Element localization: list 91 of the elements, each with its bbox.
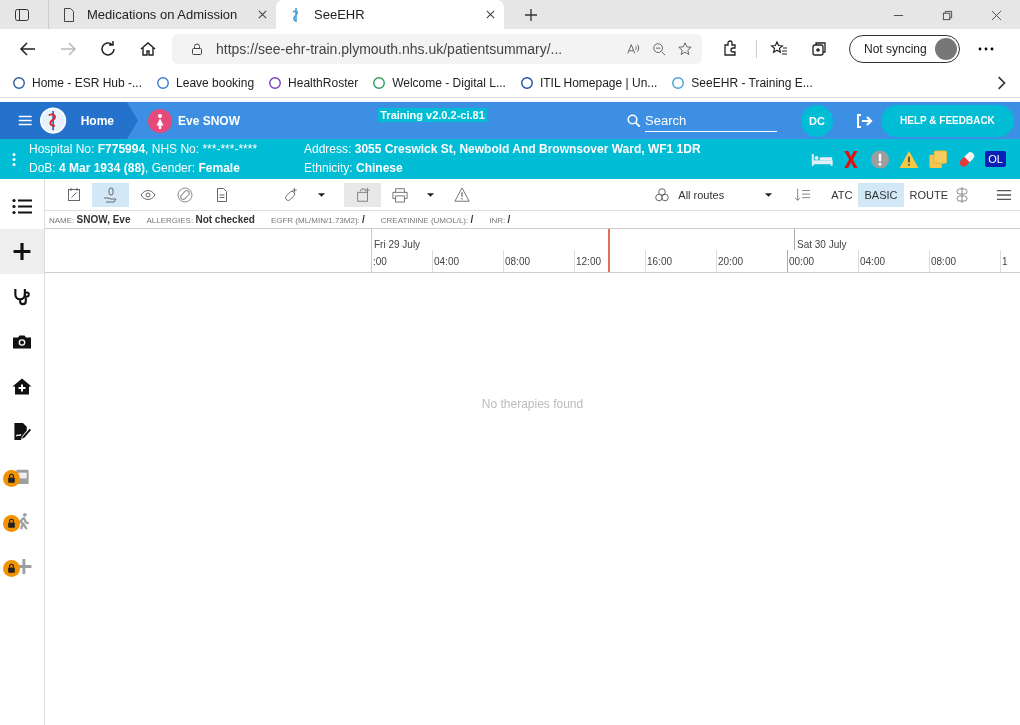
close-icon[interactable] bbox=[991, 10, 1002, 21]
new-tab-icon[interactable] bbox=[524, 8, 538, 22]
hour-label: :00 bbox=[372, 254, 388, 269]
hour-label: 1 bbox=[1000, 250, 1020, 272]
add-reference-icon bbox=[354, 186, 371, 203]
lock-icon bbox=[190, 42, 204, 56]
collections-icon[interactable] bbox=[810, 40, 828, 58]
bookmark-link[interactable]: ITIL Homepage | Un... bbox=[519, 76, 658, 90]
site-icon bbox=[156, 76, 171, 90]
patient-info-field: INR: / bbox=[489, 214, 511, 225]
address-field[interactable]: https://see-ehr-train.plymouth.nhs.uk/patientsummary/... bbox=[172, 34, 702, 64]
print-icon[interactable] bbox=[391, 186, 408, 203]
hour-label: 04:00 bbox=[432, 250, 503, 272]
bookmark-link[interactable]: Welcome - Digital L... bbox=[372, 76, 506, 90]
routes-dropdown[interactable]: All routes bbox=[654, 186, 782, 203]
patient-info-field: EGFR (ML/MIN/1.73M2): / bbox=[270, 214, 365, 225]
lock-icon bbox=[3, 560, 20, 577]
hour-label: 20:00 bbox=[716, 250, 787, 272]
lock-icon bbox=[3, 470, 20, 487]
patient-info-field: ALLERGIES: Not checked bbox=[146, 214, 255, 225]
logout-icon[interactable] bbox=[855, 112, 875, 129]
close-icon[interactable] bbox=[257, 9, 268, 20]
female-patient-icon bbox=[148, 108, 172, 133]
page-icon bbox=[61, 6, 77, 23]
patient-detail: Ethnicity: Chinese bbox=[304, 160, 404, 177]
reload-icon[interactable] bbox=[99, 40, 117, 58]
circles-icon bbox=[654, 186, 671, 203]
read-aloud-icon[interactable] bbox=[626, 42, 640, 56]
environment-label: Training v2.0.2-ci.81 bbox=[378, 108, 487, 122]
hour-label: 00:00 bbox=[787, 250, 858, 272]
zoom-out-icon[interactable] bbox=[652, 42, 666, 56]
site-icon bbox=[12, 76, 26, 90]
hour-label: 16:00 bbox=[645, 250, 716, 272]
hand-pill-icon bbox=[102, 186, 119, 203]
site-icon bbox=[519, 76, 534, 90]
caret-icon[interactable] bbox=[317, 191, 326, 198]
logo-icon bbox=[40, 105, 67, 136]
badge[interactable]: OL bbox=[985, 151, 1006, 167]
bookmark-link[interactable]: SeeEHR - Training E... bbox=[671, 76, 813, 90]
hour-label: 04:00 bbox=[858, 250, 929, 272]
menu-icon[interactable] bbox=[18, 114, 33, 127]
patient-detail: Hospital No: F775994, NHS No: ***-***-**** bbox=[29, 141, 259, 158]
hour-label: 08:00 bbox=[503, 250, 574, 272]
empty-message: No therapies found bbox=[481, 397, 584, 411]
warning-icon[interactable] bbox=[453, 186, 470, 203]
tab-actions-icon[interactable] bbox=[14, 7, 30, 23]
favorite-add-icon[interactable] bbox=[678, 42, 692, 56]
favorites-icon[interactable] bbox=[770, 40, 788, 58]
toolbar-button[interactable] bbox=[344, 182, 381, 207]
home-icon[interactable] bbox=[139, 40, 157, 58]
patient-detail: DoB: 4 Mar 1934 (88), Gender: Female bbox=[29, 160, 241, 177]
sort-icon[interactable] bbox=[795, 186, 812, 203]
patient-info-field: CREATININE (UMOL/L): / bbox=[380, 214, 474, 225]
bookmark-link[interactable]: Home - ESR Hub -... bbox=[12, 76, 143, 90]
browser-tab[interactable]: SeeEHR bbox=[276, 0, 504, 29]
list-icon bbox=[12, 197, 32, 216]
caret-icon bbox=[764, 191, 774, 198]
sidebar-item[interactable] bbox=[0, 229, 44, 274]
site-icon bbox=[671, 76, 686, 90]
search-field[interactable]: Search bbox=[645, 109, 777, 132]
extensions-icon[interactable] bbox=[721, 40, 739, 58]
current-time-line bbox=[608, 229, 610, 272]
bookmark-link[interactable]: Leave booking bbox=[156, 76, 255, 90]
search-icon bbox=[627, 113, 641, 128]
restore-icon[interactable] bbox=[942, 10, 953, 21]
patient-info-field: NAME: SNOW, Eve bbox=[49, 214, 131, 225]
back-icon[interactable] bbox=[19, 40, 37, 58]
site-icon bbox=[372, 76, 387, 90]
caret-icon[interactable] bbox=[426, 191, 435, 198]
bookmark-link[interactable]: HealthRoster bbox=[268, 76, 359, 90]
plus-icon bbox=[12, 242, 32, 261]
home-breadcrumb[interactable]: Home bbox=[0, 102, 138, 139]
avatar-icon bbox=[934, 38, 957, 60]
patient-detail: Address: 3055 Creswick St, Newbold And Brownsover Ward, WF1 1DR bbox=[304, 141, 701, 158]
group-icon[interactable] bbox=[954, 186, 970, 203]
calendar-pill-icon bbox=[65, 186, 82, 203]
signed-document-icon bbox=[12, 422, 32, 441]
house-plus-icon bbox=[12, 377, 32, 396]
view-toggle[interactable]: ROUTE bbox=[903, 182, 954, 207]
day-label: Sat 30 July bbox=[796, 238, 848, 250]
pill-icon bbox=[176, 186, 193, 203]
close-icon[interactable] bbox=[485, 9, 496, 20]
site-icon bbox=[268, 76, 283, 90]
view-toggle[interactable]: ATC bbox=[825, 182, 859, 207]
hour-label: 08:00 bbox=[929, 250, 1000, 272]
warning-icon[interactable] bbox=[898, 149, 921, 169]
view-toggle[interactable]: BASIC bbox=[858, 182, 904, 207]
stethoscope-icon bbox=[12, 287, 32, 306]
lock-icon bbox=[3, 515, 20, 532]
exclamation-icon[interactable] bbox=[869, 149, 892, 169]
add-pill-icon[interactable] bbox=[282, 186, 299, 203]
